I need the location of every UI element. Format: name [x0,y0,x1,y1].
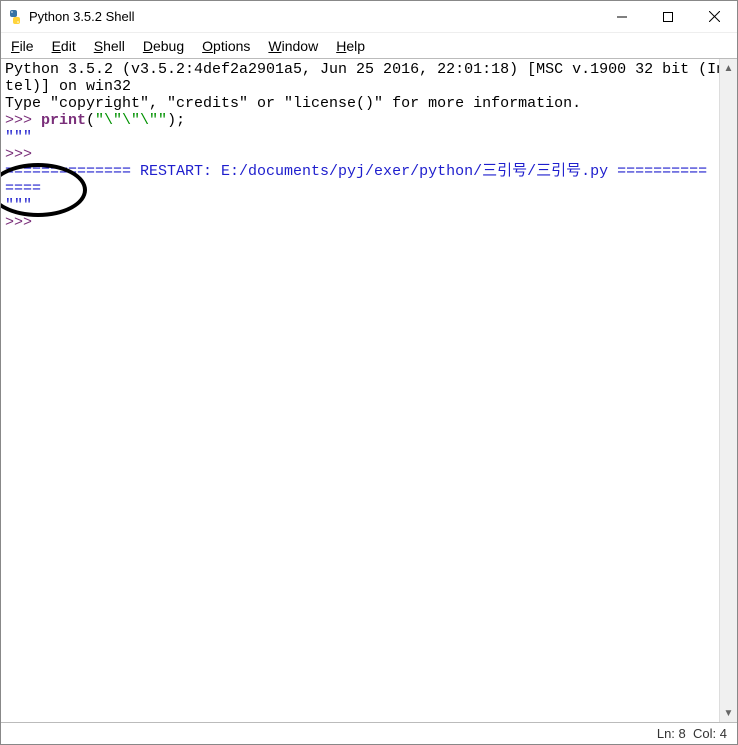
titlebar: Python 3.5.2 Shell [1,1,737,33]
output-line: """ [5,129,32,146]
window-controls [599,1,737,32]
menu-debug[interactable]: Debug [143,38,184,54]
col-value: 4 [720,726,727,741]
python-icon [7,9,23,25]
shell-text[interactable]: Python 3.5.2 (v3.5.2:4def2a2901a5, Jun 2… [1,59,719,722]
banner-line: tel)] on win32 [5,78,131,95]
code-paren: ( [86,112,95,129]
restart-line: ==== [5,180,41,197]
python-shell-window: Python 3.5.2 Shell File Edit Shell Debug… [0,0,738,745]
minimize-button[interactable] [599,1,645,32]
restart-line: ============== RESTART: E:/documents/pyj… [5,163,707,180]
code-keyword: print [41,112,86,129]
window-title: Python 3.5.2 Shell [29,9,599,24]
menu-window[interactable]: Window [268,38,318,54]
menubar: File Edit Shell Debug Options Window Hel… [1,33,737,59]
output-line: """ [5,197,32,214]
code-string: "\"\"\"" [95,112,167,129]
scroll-down-icon[interactable]: ▼ [720,704,737,722]
ln-value: 8 [679,726,686,741]
prompt: >>> [5,112,41,129]
menu-file[interactable]: File [11,38,34,54]
ln-label: Ln: [657,726,675,741]
code-semi: ; [176,112,185,129]
prompt: >>> [5,214,41,231]
menu-help[interactable]: Help [336,38,365,54]
banner-line: Type "copyright", "credits" or "license(… [5,95,581,112]
col-label: Col: [693,726,716,741]
code-paren: ) [167,112,176,129]
banner-line: Python 3.5.2 (v3.5.2:4def2a2901a5, Jun 2… [5,61,719,78]
menu-options[interactable]: Options [202,38,250,54]
vertical-scrollbar[interactable]: ▲ ▼ [719,59,737,722]
scroll-up-icon[interactable]: ▲ [720,59,737,77]
maximize-button[interactable] [645,1,691,32]
close-button[interactable] [691,1,737,32]
menu-shell[interactable]: Shell [94,38,125,54]
prompt: >>> [5,146,41,163]
statusbar: Ln: 8 Col: 4 [1,722,737,744]
menu-edit[interactable]: Edit [52,38,76,54]
shell-area[interactable]: Python 3.5.2 (v3.5.2:4def2a2901a5, Jun 2… [1,59,737,722]
